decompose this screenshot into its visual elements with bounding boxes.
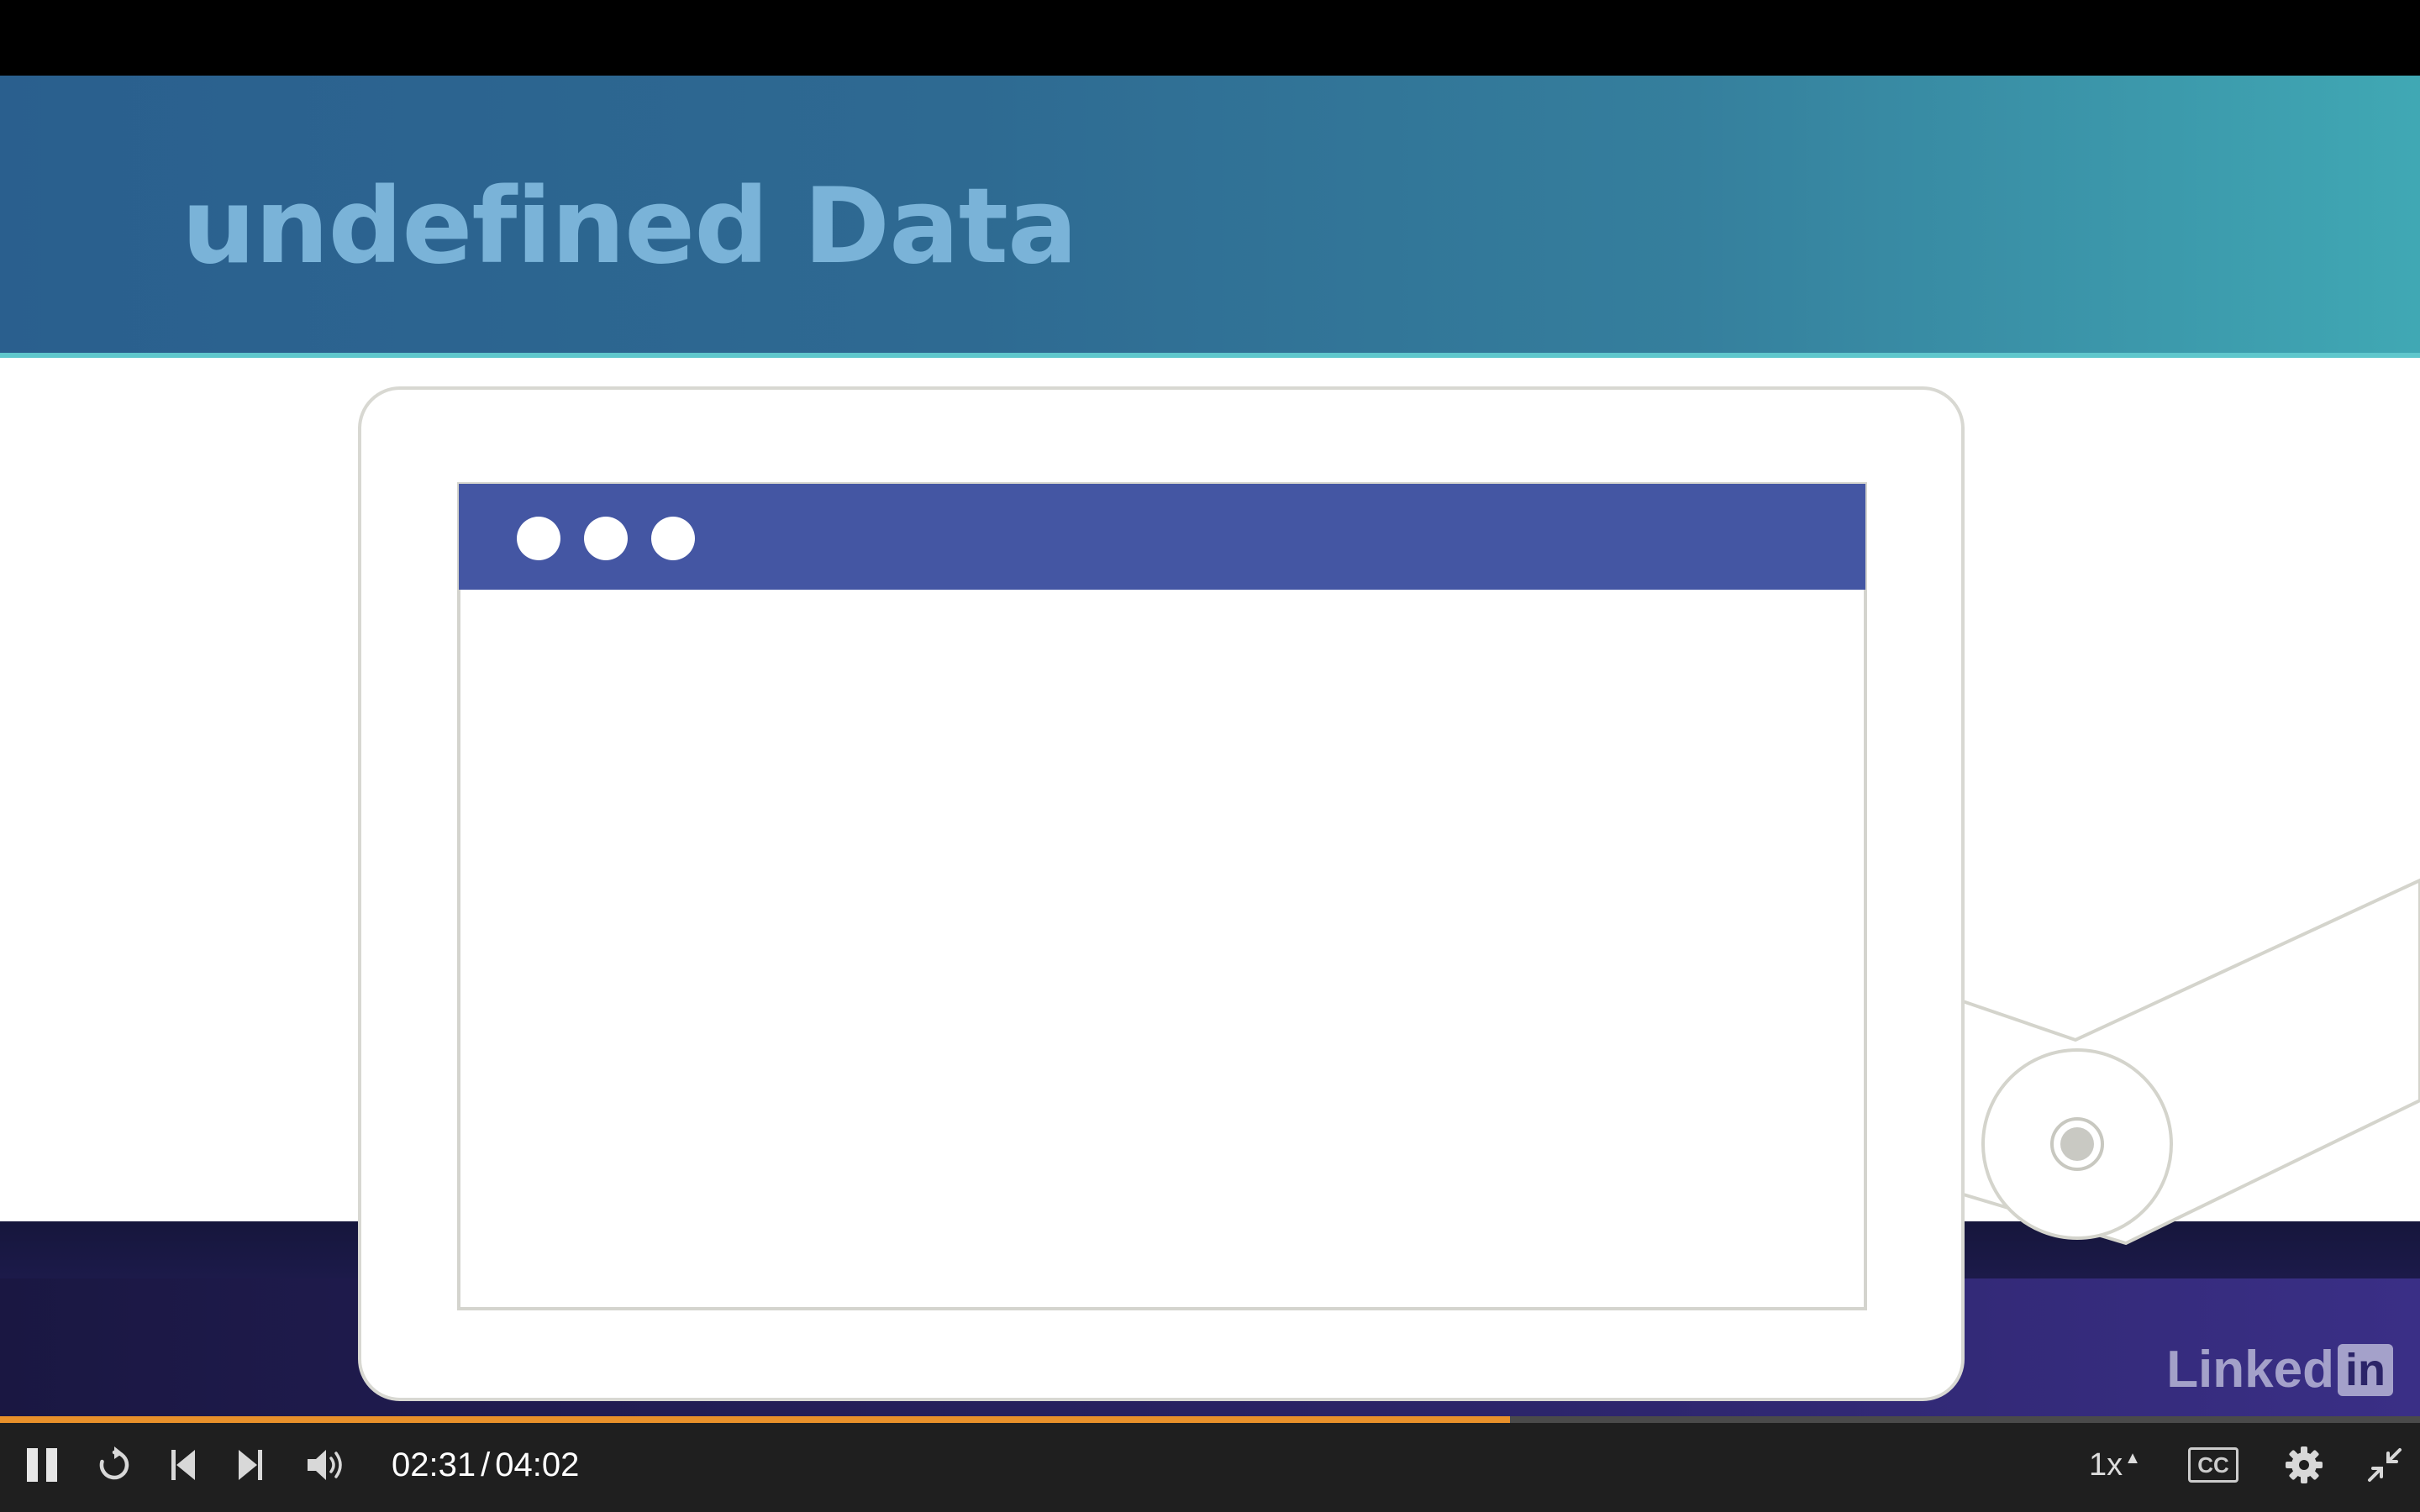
browser-window [457,482,1867,1310]
captions-button[interactable]: CC [2183,1435,2244,1495]
replay-button[interactable] [89,1435,139,1495]
monitor-illustration [358,386,2420,1401]
video-player: undefined Data Linked in 02:31 / 04:02 1… [0,0,2420,1512]
pause-icon [27,1448,57,1482]
progress-bar[interactable] [0,1416,2420,1423]
playback-speed-button[interactable]: 1x ▲ [2077,1435,2153,1495]
playback-speed-label: 1x [2089,1447,2123,1483]
duration: 04:02 [495,1446,580,1483]
video-frame[interactable]: undefined Data Linked in [0,76,2420,1416]
caret-up-icon: ▲ [2124,1448,2141,1467]
time-display: 02:31/04:02 [392,1441,579,1488]
exit-fullscreen-icon [2368,1448,2402,1482]
arm-joint-pin [2060,1127,2094,1161]
monitor-arm [1956,878,2420,1246]
cc-icon: CC [2188,1447,2238,1483]
window-dot-3 [651,517,695,560]
pause-button[interactable] [17,1435,67,1495]
time-separator: / [481,1446,491,1483]
exit-fullscreen-button[interactable] [2361,1435,2408,1495]
window-dot-1 [517,517,560,560]
skip-next-icon [239,1450,262,1480]
gear-icon [2286,1446,2323,1483]
progress-bar-fill [0,1416,1511,1423]
previous-button[interactable] [160,1435,207,1495]
player-control-bar: 02:31/04:02 1x ▲ CC [0,1416,2420,1512]
window-dot-2 [584,517,628,560]
settings-button[interactable] [2277,1435,2331,1495]
volume-icon [308,1450,342,1480]
volume-button[interactable] [299,1435,353,1495]
replay-icon [99,1446,129,1480]
next-button[interactable] [227,1435,274,1495]
skip-previous-icon [171,1450,195,1480]
current-time: 02:31 [392,1446,476,1483]
